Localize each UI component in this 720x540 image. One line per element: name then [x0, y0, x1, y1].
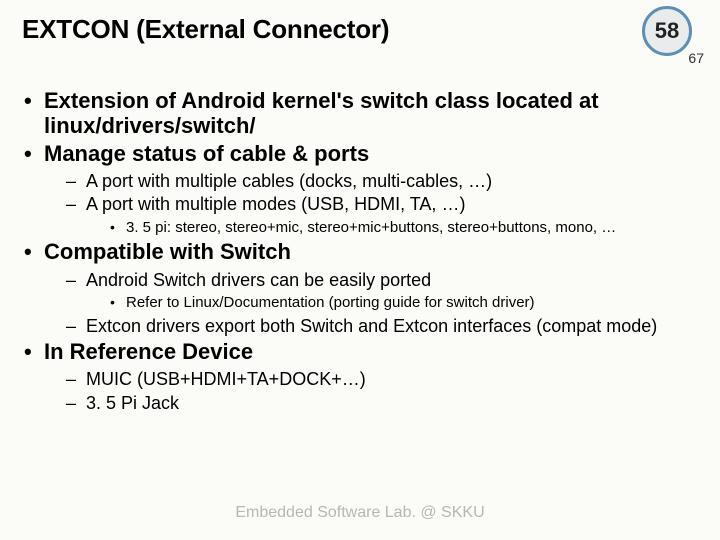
bullet-text: Refer to Linux/Documentation (porting gu… — [126, 294, 535, 311]
bullet-l2: MUIC (USB+HDMI+TA+DOCK+…) — [66, 368, 698, 391]
bullet-text: Extcon drivers export both Switch and Ex… — [86, 316, 657, 336]
bullet-l1: Manage status of cable & ports A port wi… — [22, 141, 698, 238]
bullet-l2: 3. 5 Pi Jack — [66, 392, 698, 415]
bullet-text: Compatible with Switch — [44, 239, 291, 264]
slide-title: EXTCON (External Connector) — [22, 14, 389, 45]
bullet-l2: Extcon drivers export both Switch and Ex… — [66, 315, 698, 338]
bullet-text: In Reference Device — [44, 339, 253, 364]
bullet-l1: Compatible with Switch Android Switch dr… — [22, 239, 698, 337]
bullet-text: MUIC (USB+HDMI+TA+DOCK+…) — [86, 369, 366, 389]
bullet-text: A port with multiple modes (USB, HDMI, T… — [86, 194, 465, 214]
bullet-text: 3. 5 pi: stereo, stereo+mic, stereo+mic+… — [126, 219, 616, 236]
slide: EXTCON (External Connector) 58 67 Extens… — [0, 0, 720, 540]
bullet-l2: A port with multiple cables (docks, mult… — [66, 170, 698, 193]
slide-number-badge: 58 67 — [642, 6, 692, 56]
slide-number-main: 58 — [642, 6, 692, 56]
bullet-l3: Refer to Linux/Documentation (porting gu… — [110, 293, 698, 313]
bullet-l1: Extension of Android kernel's switch cla… — [22, 88, 698, 139]
bullet-text: Extension of Android kernel's switch cla… — [44, 88, 599, 138]
bullet-text: 3. 5 Pi Jack — [86, 393, 179, 413]
bullet-l2: A port with multiple modes (USB, HDMI, T… — [66, 193, 698, 237]
bullet-text: Manage status of cable & ports — [44, 141, 369, 166]
bullet-l1: In Reference Device MUIC (USB+HDMI+TA+DO… — [22, 339, 698, 414]
bullet-l3: 3. 5 pi: stereo, stereo+mic, stereo+mic+… — [110, 218, 698, 238]
bullet-text: A port with multiple cables (docks, mult… — [86, 171, 492, 191]
bullet-l2: Android Switch drivers can be easily por… — [66, 269, 698, 313]
bullet-text: Android Switch drivers can be easily por… — [86, 270, 431, 290]
slide-number-sub: 67 — [688, 50, 704, 66]
slide-content: Extension of Android kernel's switch cla… — [22, 88, 698, 416]
slide-footer: Embedded Software Lab. @ SKKU — [0, 504, 720, 522]
